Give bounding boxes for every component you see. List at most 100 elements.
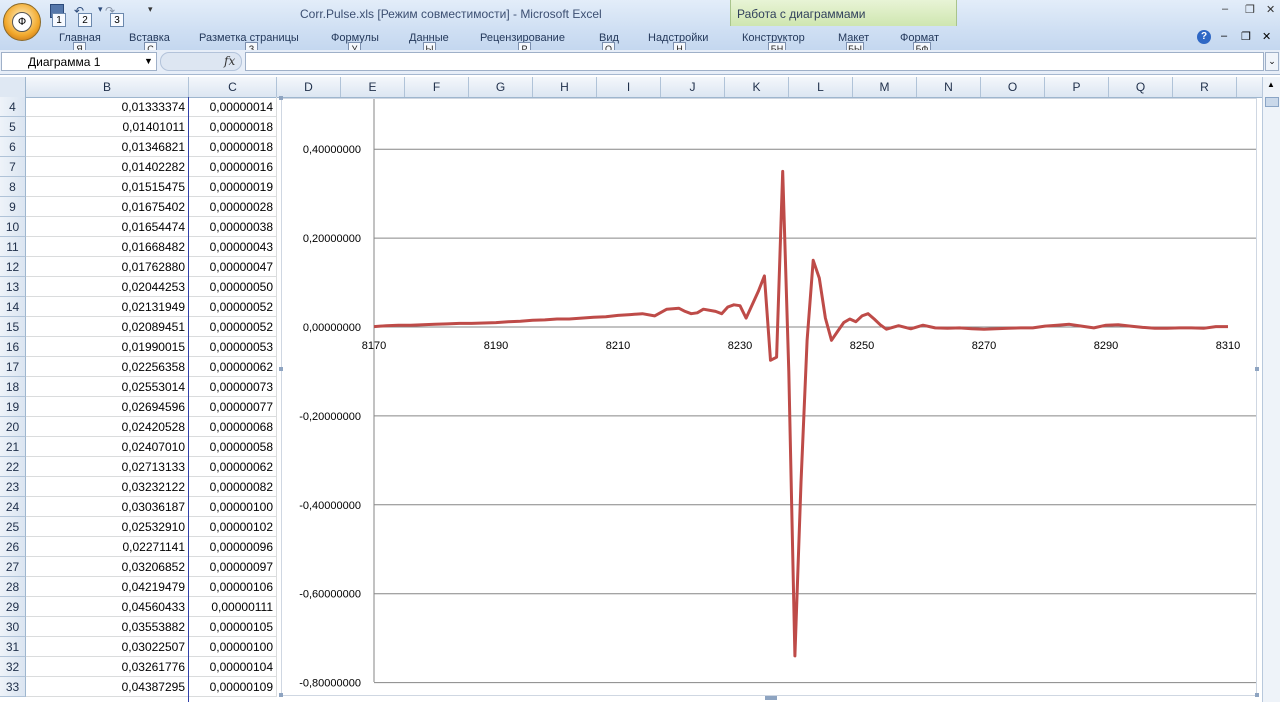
cell-c[interactable]: 0,00000096: [189, 537, 277, 557]
cell-c[interactable]: 0,00000038: [189, 217, 277, 237]
cell-b[interactable]: 0,02256358: [26, 357, 189, 377]
cell-c[interactable]: 0,00000016: [189, 157, 277, 177]
column-header-d[interactable]: D: [277, 77, 341, 97]
cell-c[interactable]: 0,00000082: [189, 477, 277, 497]
row-header[interactable]: 27: [0, 557, 26, 577]
cell-b[interactable]: 0,01401011: [26, 117, 189, 137]
ribbon-close-button[interactable]: ✕: [1262, 30, 1271, 43]
cell-b[interactable]: 0,02713133: [26, 457, 189, 477]
cell-c[interactable]: 0,00000019: [189, 177, 277, 197]
column-header-g[interactable]: G: [469, 77, 533, 97]
cell-b[interactable]: 0,03553882: [26, 617, 189, 637]
row-header[interactable]: 25: [0, 517, 26, 537]
line-chart[interactable]: 0,40000000 0,20000000 0,00000000 -0,2000000…: [282, 99, 1256, 695]
customize-qat-icon[interactable]: ▾: [148, 4, 153, 15]
column-header-r[interactable]: R: [1173, 77, 1237, 97]
row-header[interactable]: 10: [0, 217, 26, 237]
cell-c[interactable]: 0,00000062: [189, 457, 277, 477]
cell-b[interactable]: 0,01346821: [26, 137, 189, 157]
chart-resize-handle[interactable]: [765, 696, 777, 700]
row-header[interactable]: 14: [0, 297, 26, 317]
cell-c[interactable]: 0,00000073: [189, 377, 277, 397]
chart-resize-handle[interactable]: [279, 96, 283, 100]
ribbon-restore-button[interactable]: ❐: [1241, 30, 1251, 43]
cell-c[interactable]: 0,00000028: [189, 197, 277, 217]
cell-c[interactable]: 0,00000018: [189, 117, 277, 137]
cell-b[interactable]: 0,02131949: [26, 297, 189, 317]
cell-c[interactable]: 0,00000058: [189, 437, 277, 457]
row-header[interactable]: 22: [0, 457, 26, 477]
select-all-corner[interactable]: [0, 77, 26, 97]
close-window-button[interactable]: ✕: [1266, 3, 1275, 16]
cell-c[interactable]: 0,00000105: [189, 617, 277, 637]
cell-c[interactable]: 0,00000111: [189, 597, 277, 617]
cell-c[interactable]: 0,00000043: [189, 237, 277, 257]
row-header[interactable]: 17: [0, 357, 26, 377]
column-header-b[interactable]: B: [26, 77, 189, 97]
row-header[interactable]: 6: [0, 137, 26, 157]
cell-c[interactable]: 0,00000100: [189, 497, 277, 517]
cell-c[interactable]: 0,00000102: [189, 517, 277, 537]
column-header-o[interactable]: O: [981, 77, 1045, 97]
cell-b[interactable]: 0,02553014: [26, 377, 189, 397]
row-header[interactable]: 29: [0, 597, 26, 617]
cell-b[interactable]: 0,02420528: [26, 417, 189, 437]
row-header[interactable]: 19: [0, 397, 26, 417]
chart-resize-handle[interactable]: [279, 367, 283, 371]
cell-c[interactable]: 0,00000100: [189, 637, 277, 657]
cell-c[interactable]: 0,00000050: [189, 277, 277, 297]
cell-b[interactable]: 0,01990015: [26, 337, 189, 357]
row-header[interactable]: 9: [0, 197, 26, 217]
row-header[interactable]: 11: [0, 237, 26, 257]
column-header-n[interactable]: N: [917, 77, 981, 97]
column-header-l[interactable]: L: [789, 77, 853, 97]
cell-c[interactable]: 0,00000097: [189, 557, 277, 577]
cell-b[interactable]: 0,03206852: [26, 557, 189, 577]
formula-input[interactable]: [245, 52, 1264, 71]
cell-b[interactable]: 0,01675402: [26, 197, 189, 217]
column-header-f[interactable]: F: [405, 77, 469, 97]
cell-c[interactable]: 0,00000062: [189, 357, 277, 377]
cell-b[interactable]: 0,04560433: [26, 597, 189, 617]
column-header-c[interactable]: C: [189, 77, 277, 97]
chart-area[interactable]: 0,40000000 0,20000000 0,00000000 -0,2000000…: [281, 98, 1257, 696]
chart-resize-handle[interactable]: [1255, 693, 1259, 697]
row-header[interactable]: 20: [0, 417, 26, 437]
column-header-h[interactable]: H: [533, 77, 597, 97]
cell-c[interactable]: 0,00000109: [189, 677, 277, 697]
cell-b[interactable]: 0,04387295: [26, 677, 189, 697]
row-header[interactable]: 5: [0, 117, 26, 137]
vertical-scrollbar[interactable]: ▲: [1262, 77, 1280, 702]
column-header-p[interactable]: P: [1045, 77, 1109, 97]
series-line[interactable]: [373, 169, 1228, 658]
cell-b[interactable]: 0,02044253: [26, 277, 189, 297]
chart-resize-handle[interactable]: [279, 693, 283, 697]
cell-c[interactable]: 0,00000068: [189, 417, 277, 437]
row-header[interactable]: 31: [0, 637, 26, 657]
restore-window-button[interactable]: ❐: [1245, 3, 1255, 16]
cell-c[interactable]: 0,00000014: [189, 97, 277, 117]
row-header[interactable]: 4: [0, 97, 26, 117]
row-header[interactable]: 21: [0, 437, 26, 457]
scroll-up-icon[interactable]: ▲: [1265, 79, 1277, 91]
row-header[interactable]: 32: [0, 657, 26, 677]
column-header-j[interactable]: J: [661, 77, 725, 97]
row-header[interactable]: 16: [0, 337, 26, 357]
cell-c[interactable]: 0,00000052: [189, 317, 277, 337]
column-header-m[interactable]: M: [853, 77, 917, 97]
cell-c[interactable]: 0,00000077: [189, 397, 277, 417]
ribbon-minimize-button[interactable]: –: [1221, 30, 1227, 42]
cell-c[interactable]: 0,00000104: [189, 657, 277, 677]
cell-b[interactable]: 0,01333374: [26, 97, 189, 117]
cell-c[interactable]: 0,00000052: [189, 297, 277, 317]
cell-b[interactable]: 0,01668482: [26, 237, 189, 257]
cell-b[interactable]: 0,02694596: [26, 397, 189, 417]
expand-formula-bar-icon[interactable]: ⌄: [1265, 52, 1279, 71]
cell-b[interactable]: 0,04219479: [26, 577, 189, 597]
column-header-k[interactable]: K: [725, 77, 789, 97]
name-box-dropdown-icon[interactable]: ▼: [144, 56, 153, 66]
cell-b[interactable]: 0,02532910: [26, 517, 189, 537]
row-header[interactable]: 33: [0, 677, 26, 697]
row-header[interactable]: 18: [0, 377, 26, 397]
cell-c[interactable]: 0,00000053: [189, 337, 277, 357]
